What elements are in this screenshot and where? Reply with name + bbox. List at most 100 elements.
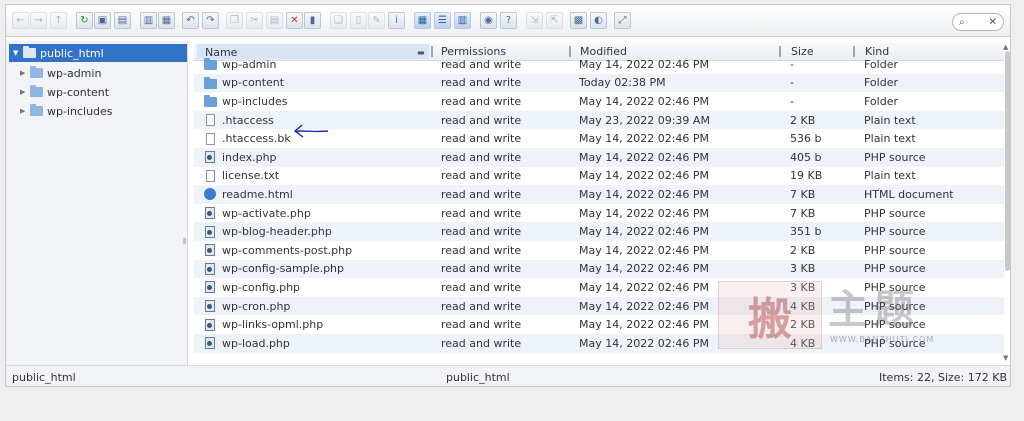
file-name: wp-cron.php (222, 299, 291, 313)
tree-item-wp-content[interactable]: ▶ wp-content (20, 83, 109, 101)
clear-search-icon[interactable]: ✕ (989, 17, 997, 28)
file-kind: PHP source (864, 280, 926, 294)
file-modified: May 23, 2022 09:39 AM (579, 113, 710, 127)
folder-icon (30, 104, 43, 116)
table-row[interactable]: wp-load.php read and write May 14, 2022 02… (194, 334, 1004, 353)
file-permissions: read and write (441, 243, 522, 257)
file-size: 351 b (790, 225, 822, 239)
scroll-down-icon[interactable]: ▼ (1003, 354, 1008, 362)
collapse-triangle-icon[interactable]: ▶ (20, 107, 30, 115)
file-kind: PHP source (864, 299, 926, 313)
table-row[interactable]: license.txt read and write May 14, 2022 02… (194, 167, 1004, 186)
expand-triangle-icon[interactable]: ▼ (13, 49, 23, 57)
php-file-icon (204, 300, 216, 313)
folder-icon (30, 85, 43, 97)
invert-selection-icon[interactable]: ◐ (590, 12, 607, 29)
file-permissions: read and write (441, 57, 522, 71)
file-size: 3 KB (790, 280, 816, 294)
file-name: readme.html (222, 187, 293, 201)
file-permissions: read and write (441, 280, 522, 294)
search-input[interactable]: ⌕ ✕ (952, 13, 1004, 31)
file-modified: May 14, 2022 02:46 PM (579, 150, 710, 164)
select-all-icon[interactable]: ▩ (570, 12, 587, 29)
table-row[interactable]: wp-links-opml.php read and write May 14, 2… (194, 315, 1004, 334)
save-icon[interactable]: ▦ (158, 12, 175, 29)
table-row[interactable]: wp-comments-post.php read and write May 14… (194, 241, 1004, 260)
rename-icon[interactable]: ▯ (350, 12, 367, 29)
status-path: public_html (12, 371, 76, 384)
file-modified: May 14, 2022 02:46 PM (579, 225, 710, 239)
scroll-up-icon[interactable]: ▲ (1003, 43, 1008, 51)
collapse-triangle-icon[interactable]: ▶ (20, 69, 30, 77)
new-folder-icon[interactable]: ▣ (94, 12, 111, 29)
extract-icon[interactable]: ⇲ (526, 12, 543, 29)
vertical-scrollbar[interactable] (1004, 41, 1010, 365)
panel-resize-handle[interactable]: ⦀ (183, 237, 187, 247)
back-arrow-icon[interactable]: ← (12, 12, 29, 29)
tree-item-wp-admin[interactable]: ▶ wp-admin (20, 64, 101, 82)
empty-icon[interactable]: ▮ (304, 12, 321, 29)
file-modified: May 14, 2022 02:46 PM (579, 262, 710, 276)
file-permissions: read and write (441, 187, 522, 201)
paste-icon[interactable]: ▤ (266, 12, 283, 29)
new-file-icon[interactable]: ▤ (114, 12, 131, 29)
tree-item-public-html[interactable]: ▼ public_html (9, 44, 187, 62)
copy-icon[interactable]: ❐ (226, 12, 243, 29)
file-permissions: read and write (441, 318, 522, 332)
file-kind: PHP source (864, 262, 926, 276)
file-modified: May 14, 2022 02:46 PM (579, 169, 710, 183)
file-name: wp-includes (222, 94, 288, 108)
tree-item-label: wp-includes (47, 104, 113, 118)
columns-view-icon[interactable]: ▥ (454, 12, 471, 29)
text-file-icon (204, 169, 216, 182)
icons-view-icon[interactable]: ▦ (414, 12, 431, 29)
table-row[interactable]: wp-admin read and write May 14, 2022 02:46… (194, 55, 1004, 74)
file-kind: Plain text (864, 132, 916, 146)
file-permissions: read and write (441, 225, 522, 239)
text-file-icon (204, 114, 216, 127)
info-icon[interactable]: i (388, 12, 405, 29)
preview-icon[interactable]: ◉ (480, 12, 497, 29)
collapse-triangle-icon[interactable]: ▶ (20, 88, 30, 96)
table-row[interactable]: wp-blog-header.php read and write May 14, … (194, 222, 1004, 241)
table-row[interactable]: wp-includes read and write May 14, 2022 02… (194, 92, 1004, 111)
archive-icon[interactable]: ⇱ (546, 12, 563, 29)
list-view-icon[interactable]: ☰ (434, 12, 451, 29)
up-arrow-icon[interactable]: ↑ (50, 12, 67, 29)
annotation-arrow-icon (293, 124, 329, 138)
file-modified: May 14, 2022 02:46 PM (579, 299, 710, 313)
file-size: 19 KB (790, 169, 823, 183)
delete-icon[interactable]: ✕ (286, 12, 303, 29)
table-row[interactable]: wp-config.php read and write May 14, 2022 … (194, 278, 1004, 297)
file-name: wp-links-opml.php (222, 318, 324, 332)
cut-icon[interactable]: ✂ (246, 12, 263, 29)
duplicate-icon[interactable]: ❏ (330, 12, 347, 29)
file-kind: Plain text (864, 169, 916, 183)
table-row[interactable]: index.php read and write May 14, 2022 02:4… (194, 148, 1004, 167)
edit-icon[interactable]: ✎ (368, 12, 385, 29)
table-row[interactable]: wp-activate.php read and write May 14, 202… (194, 204, 1004, 223)
redo-icon[interactable]: ↷ (202, 12, 219, 29)
reload-icon[interactable]: ↻ (76, 12, 93, 29)
file-kind: PHP source (864, 150, 926, 164)
file-name: license.txt (222, 169, 280, 183)
status-summary: Items: 22, Size: 172 KB (879, 371, 1007, 384)
help-icon[interactable]: ? (500, 12, 517, 29)
folder-icon (30, 66, 43, 78)
undo-icon[interactable]: ↶ (182, 12, 199, 29)
table-row[interactable]: wp-config-sample.php read and write May 14… (194, 259, 1004, 279)
tree-item-wp-includes[interactable]: ▶ wp-includes (20, 102, 113, 120)
file-size: 3 KB (790, 262, 816, 276)
open-icon[interactable]: ▥ (140, 12, 157, 29)
forward-arrow-icon[interactable]: → (30, 12, 47, 29)
file-name: wp-blog-header.php (222, 225, 332, 239)
toolbar: ← → ↑ ↻ ▣ ▤ ▥ ▦ ↶ ↷ ❐ ✂ ▤ ✕ ▮ ❏ ▯ ✎ i ▦ ☰ ▥ ◉? ⇲ ⇱ ▩ ◐ ⤢ ⌕ ✕ (6, 5, 1010, 37)
table-row[interactable]: wp-content read and write Today 02:38 PM - F… (194, 73, 1004, 93)
file-kind: Plain text (864, 113, 916, 127)
scrollbar-thumb[interactable] (1005, 51, 1010, 271)
status-bar: public_html public_html Items: 22, Size:… (6, 365, 1010, 386)
table-row[interactable]: readme.html read and write May 14, 2022 02… (194, 185, 1004, 204)
file-size: 2 KB (790, 113, 816, 127)
table-row[interactable]: wp-cron.php read and write May 14, 2022 02… (194, 296, 1004, 316)
fullscreen-icon[interactable]: ⤢ (614, 12, 631, 29)
